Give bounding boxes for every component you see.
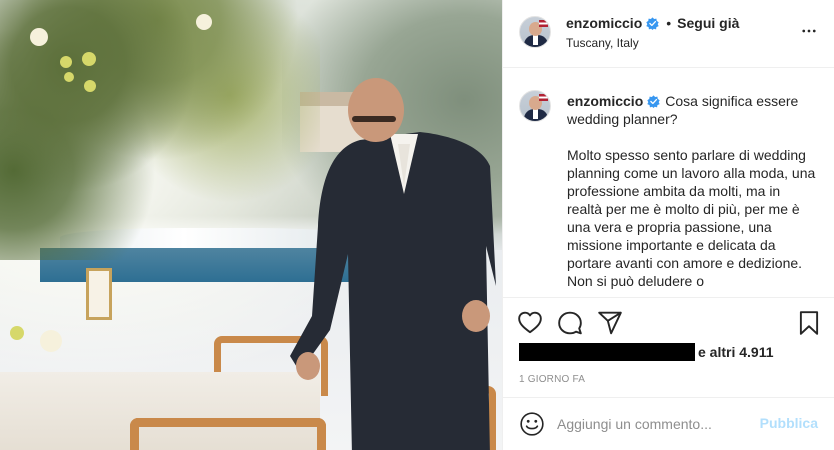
post-header: enzomiccio • Segui già Tuscany, Italy bbox=[503, 0, 834, 68]
header-separator: • bbox=[666, 15, 672, 31]
paper-plane-icon[interactable] bbox=[597, 310, 623, 336]
verified-badge-icon bbox=[646, 16, 659, 30]
likes-summary[interactable]: e altri 4.911 bbox=[519, 342, 774, 362]
caption-text: enzomiccio Cosa significa essere wedding… bbox=[567, 92, 817, 290]
verified-badge-icon bbox=[647, 95, 660, 108]
avatar-flag bbox=[539, 20, 548, 27]
smiley-icon[interactable] bbox=[519, 411, 545, 437]
photo-flower bbox=[60, 56, 72, 68]
photo-man-in-suit bbox=[290, 78, 496, 450]
photo-foliage bbox=[0, 0, 320, 260]
caption-username-link[interactable]: enzomiccio bbox=[567, 93, 643, 109]
photo-flower bbox=[10, 326, 24, 340]
more-horizontal-icon[interactable] bbox=[800, 22, 818, 40]
likes-count-text[interactable]: e altri 4.911 bbox=[698, 344, 774, 360]
photo-flower bbox=[40, 330, 62, 352]
photo-flower bbox=[30, 28, 48, 46]
publish-button[interactable]: Pubblica bbox=[760, 415, 818, 431]
redacted-liker-name bbox=[519, 343, 695, 361]
following-button[interactable]: Segui già bbox=[677, 15, 739, 31]
heart-icon[interactable] bbox=[517, 310, 543, 336]
post-caption: enzomiccio Cosa significa essere wedding… bbox=[503, 69, 834, 297]
author-username-link[interactable]: enzomiccio bbox=[566, 15, 642, 31]
post-actions: e altri 4.911 1 GIORNO FA bbox=[503, 297, 834, 409]
avatar-shirt bbox=[533, 35, 538, 45]
avatar-shirt bbox=[533, 109, 538, 119]
post-location-link[interactable]: Tuscany, Italy bbox=[566, 36, 639, 50]
photo-flower bbox=[84, 80, 96, 92]
comment-input[interactable] bbox=[557, 413, 757, 435]
photo-flower bbox=[64, 72, 74, 82]
caption-author-avatar[interactable] bbox=[519, 90, 551, 122]
photo-flower bbox=[196, 14, 212, 30]
comment-bar: Pubblica bbox=[503, 397, 834, 450]
photo-table-number-frame bbox=[86, 268, 112, 320]
avatar-flag bbox=[539, 94, 548, 101]
bookmark-icon[interactable] bbox=[796, 310, 822, 336]
post-photo[interactable] bbox=[0, 0, 502, 450]
post-timestamp[interactable]: 1 GIORNO FA bbox=[519, 374, 585, 385]
comment-icon[interactable] bbox=[557, 310, 583, 336]
author-avatar[interactable] bbox=[519, 16, 551, 48]
caption-body: Molto spesso sento parlare di wedding pl… bbox=[567, 147, 816, 289]
post-side-panel: enzomiccio • Segui già Tuscany, Italy en… bbox=[503, 0, 834, 450]
header-user-row: enzomiccio • Segui già bbox=[566, 15, 739, 31]
photo-flower bbox=[82, 52, 96, 66]
